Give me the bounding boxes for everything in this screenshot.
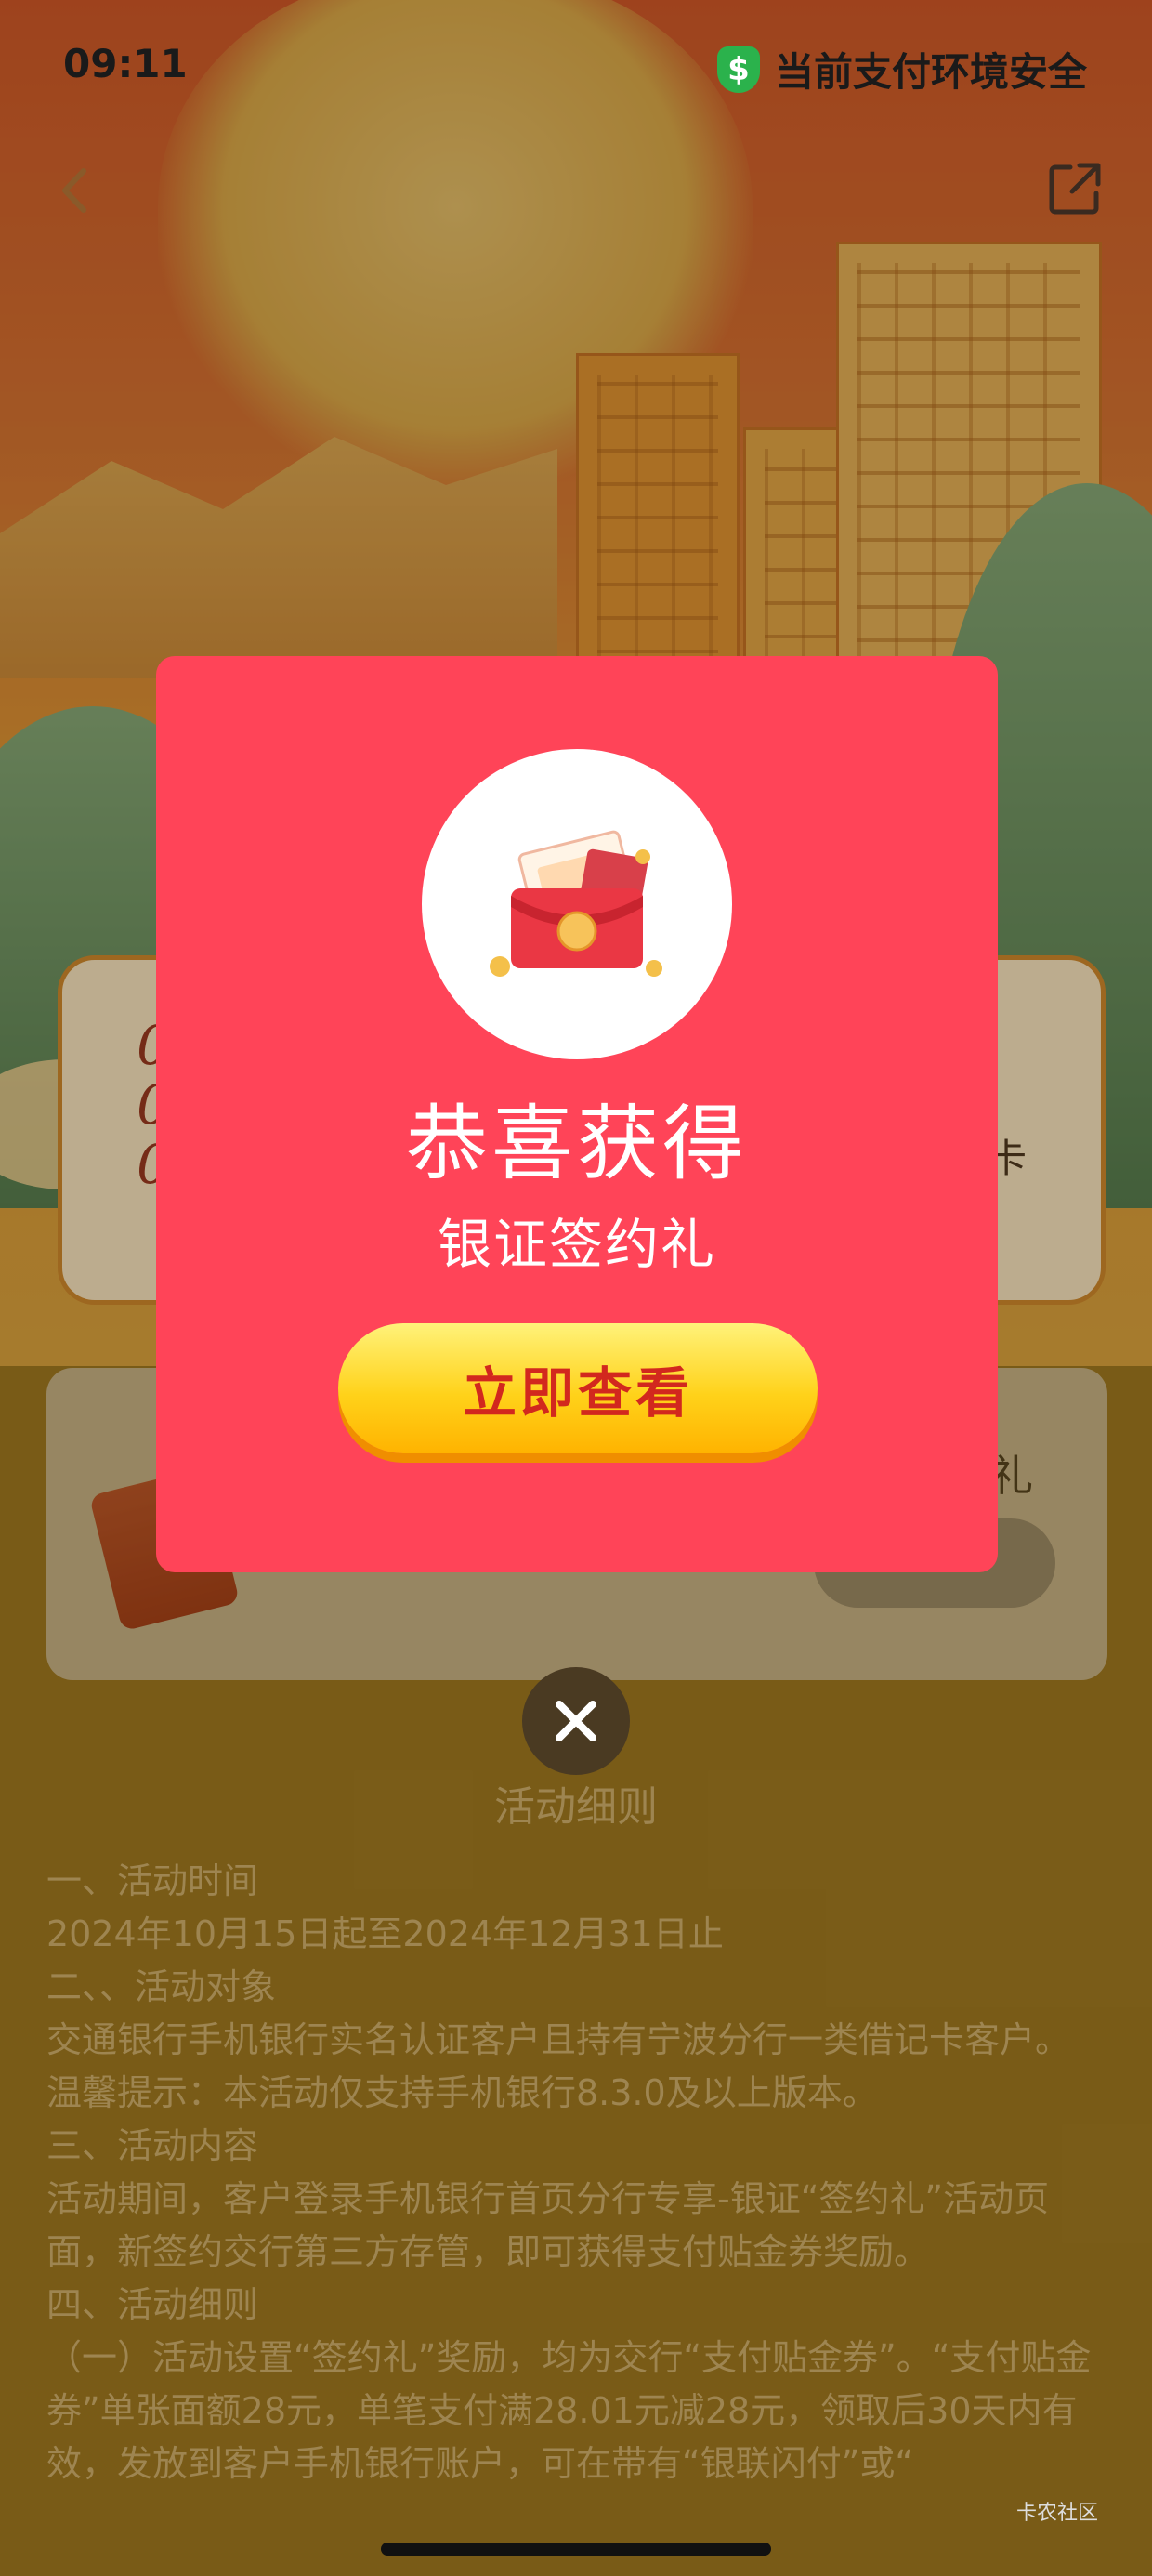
close-modal-button[interactable] bbox=[522, 1667, 630, 1775]
status-time: 09:11 bbox=[63, 41, 188, 86]
red-envelope-coupon-icon bbox=[490, 830, 662, 977]
chevron-left-icon bbox=[62, 168, 86, 213]
app-screen: 0 0 0 卡 礼 活动细则 一、活动时间 2024年10月15日起至2024年… bbox=[0, 0, 1152, 2576]
modal-subtitle: 银证签约礼 bbox=[437, 1213, 716, 1276]
back-button[interactable] bbox=[45, 158, 110, 223]
status-bar: 09:11 $ 当前支付环境安全 bbox=[0, 0, 1152, 139]
payment-security-indicator: $ 当前支付环境安全 bbox=[716, 41, 1087, 98]
home-indicator[interactable] bbox=[381, 2543, 771, 2556]
modal-icon-circle bbox=[422, 749, 732, 1059]
share-icon bbox=[1049, 163, 1101, 215]
reward-modal: 恭喜获得 银证签约礼 立即查看 bbox=[156, 656, 998, 1572]
security-text: 当前支付环境安全 bbox=[774, 49, 1087, 95]
dollar-shield-icon: $ bbox=[716, 46, 760, 93]
view-now-button[interactable]: 立即查看 bbox=[338, 1323, 818, 1453]
share-button[interactable] bbox=[1042, 156, 1107, 221]
watermark-logo: 卡农社区 bbox=[1015, 2502, 1098, 2525]
modal-title: 恭喜获得 bbox=[405, 1096, 748, 1191]
close-icon bbox=[556, 1701, 596, 1741]
